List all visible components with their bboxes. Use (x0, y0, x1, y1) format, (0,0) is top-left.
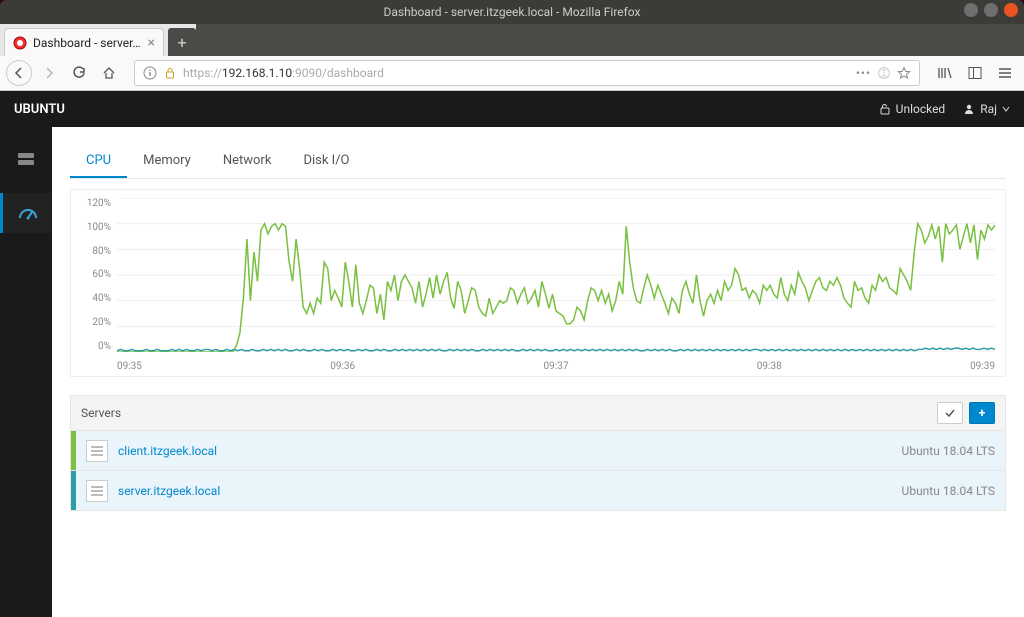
window-maximize-button[interactable] (984, 3, 998, 17)
user-icon (963, 103, 975, 115)
unlock-icon (879, 103, 891, 115)
bookmark-star-icon[interactable] (897, 66, 911, 80)
browser-chrome: Dashboard - server.itzge × + (0, 24, 1024, 91)
servers-title: Servers (81, 406, 121, 420)
tab-network[interactable]: Network (207, 145, 288, 178)
servers-header: Servers + (71, 396, 1005, 430)
nav-bar: https://192.168.1.10:9090/dashboard ••• (0, 56, 1024, 90)
lock-warning-icon[interactable] (163, 66, 177, 80)
tab-label: Dashboard - server.itzge (33, 36, 142, 50)
browser-tab[interactable]: Dashboard - server.itzge × (4, 28, 164, 56)
cockpit-main: CPU Memory Network Disk I/O 120% 100% 80% 6… (52, 127, 1024, 617)
window-title: Dashboard - server.itzgeek.local - Mozil… (384, 5, 641, 19)
y-tick: 0% (98, 341, 111, 352)
y-tick: 100% (87, 222, 111, 233)
url-bar[interactable]: https://192.168.1.10:9090/dashboard ••• (134, 60, 920, 86)
x-axis: 09:35 09:36 09:37 09:38 09:39 (117, 361, 995, 372)
server-icon (86, 440, 108, 462)
server-name: client.itzgeek.local (118, 444, 892, 458)
y-tick: 80% (92, 246, 111, 257)
new-tab-button[interactable]: + (168, 28, 196, 56)
window-minimize-button[interactable] (964, 3, 978, 17)
servers-panel: Servers + client.itzgeek.local Ubuntu 18.… (70, 395, 1006, 511)
chevron-down-icon (1002, 105, 1010, 113)
window-titlebar: Dashboard - server.itzgeek.local - Mozil… (0, 0, 1024, 24)
y-tick: 40% (92, 293, 111, 304)
tab-strip: Dashboard - server.itzge × + (0, 24, 1024, 56)
metric-tabs: CPU Memory Network Disk I/O (70, 145, 1006, 179)
url-text: https://192.168.1.10:9090/dashboard (183, 66, 850, 80)
x-tick: 09:38 (757, 361, 782, 372)
library-icon[interactable] (932, 60, 958, 86)
cockpit-header: UBUNTU Unlocked Raj (0, 91, 1024, 127)
server-icon (86, 480, 108, 502)
add-server-button[interactable]: + (969, 402, 995, 424)
cpu-chart: 120%100%80%60%40%20%0% 09:3509:3609:3709… (70, 189, 1006, 377)
cockpit-sidebar (0, 127, 52, 617)
dashboard-icon[interactable] (0, 193, 52, 233)
tab-favicon-icon (13, 36, 27, 50)
forward-button[interactable] (36, 60, 62, 86)
user-menu[interactable]: Raj (963, 102, 1010, 116)
y-tick: 120% (87, 198, 111, 209)
server-row[interactable]: client.itzgeek.local Ubuntu 18.04 LTS (71, 430, 1005, 470)
server-row[interactable]: server.itzgeek.local Ubuntu 18.04 LTS (71, 470, 1005, 510)
back-button[interactable] (6, 60, 32, 86)
tab-cpu[interactable]: CPU (70, 145, 127, 178)
edit-servers-button[interactable] (937, 402, 963, 424)
user-label: Raj (980, 102, 997, 116)
chart-series-1 (117, 348, 995, 351)
x-tick: 09:35 (117, 361, 142, 372)
tab-close-icon[interactable]: × (148, 35, 155, 51)
reader-mode-icon[interactable] (877, 66, 891, 80)
server-color-stripe (71, 431, 76, 470)
server-name: server.itzgeek.local (118, 484, 892, 498)
y-tick: 60% (92, 269, 111, 280)
server-os: Ubuntu 18.04 LTS (902, 444, 995, 458)
tab-strip-bg (196, 24, 1024, 56)
server-color-stripe (71, 471, 76, 510)
page-actions-icon[interactable]: ••• (856, 66, 871, 80)
reload-button[interactable] (66, 60, 92, 86)
info-icon[interactable] (143, 66, 157, 80)
home-button[interactable] (96, 60, 122, 86)
chart-series-0 (117, 224, 995, 352)
check-icon (945, 408, 955, 418)
privilege-toggle[interactable]: Unlocked (879, 102, 946, 116)
x-tick: 09:36 (330, 361, 355, 372)
tab-diskio[interactable]: Disk I/O (287, 145, 365, 178)
hamburger-menu-icon[interactable] (992, 60, 1018, 86)
server-os: Ubuntu 18.04 LTS (902, 484, 995, 498)
tab-memory[interactable]: Memory (127, 145, 207, 178)
y-tick: 20% (92, 317, 111, 328)
window-close-button[interactable] (1004, 3, 1018, 17)
y-axis: 120% 100% 80% 60% 40% 20% 0% (71, 198, 115, 352)
brand: UBUNTU (14, 102, 65, 117)
storage-icon[interactable] (0, 139, 52, 179)
privilege-label: Unlocked (896, 102, 946, 116)
x-tick: 09:37 (544, 361, 569, 372)
chart-plot (117, 198, 995, 352)
cockpit-app: UBUNTU Unlocked Raj (0, 91, 1024, 617)
x-tick: 09:39 (970, 361, 995, 372)
sidebar-toggle-icon[interactable] (962, 60, 988, 86)
